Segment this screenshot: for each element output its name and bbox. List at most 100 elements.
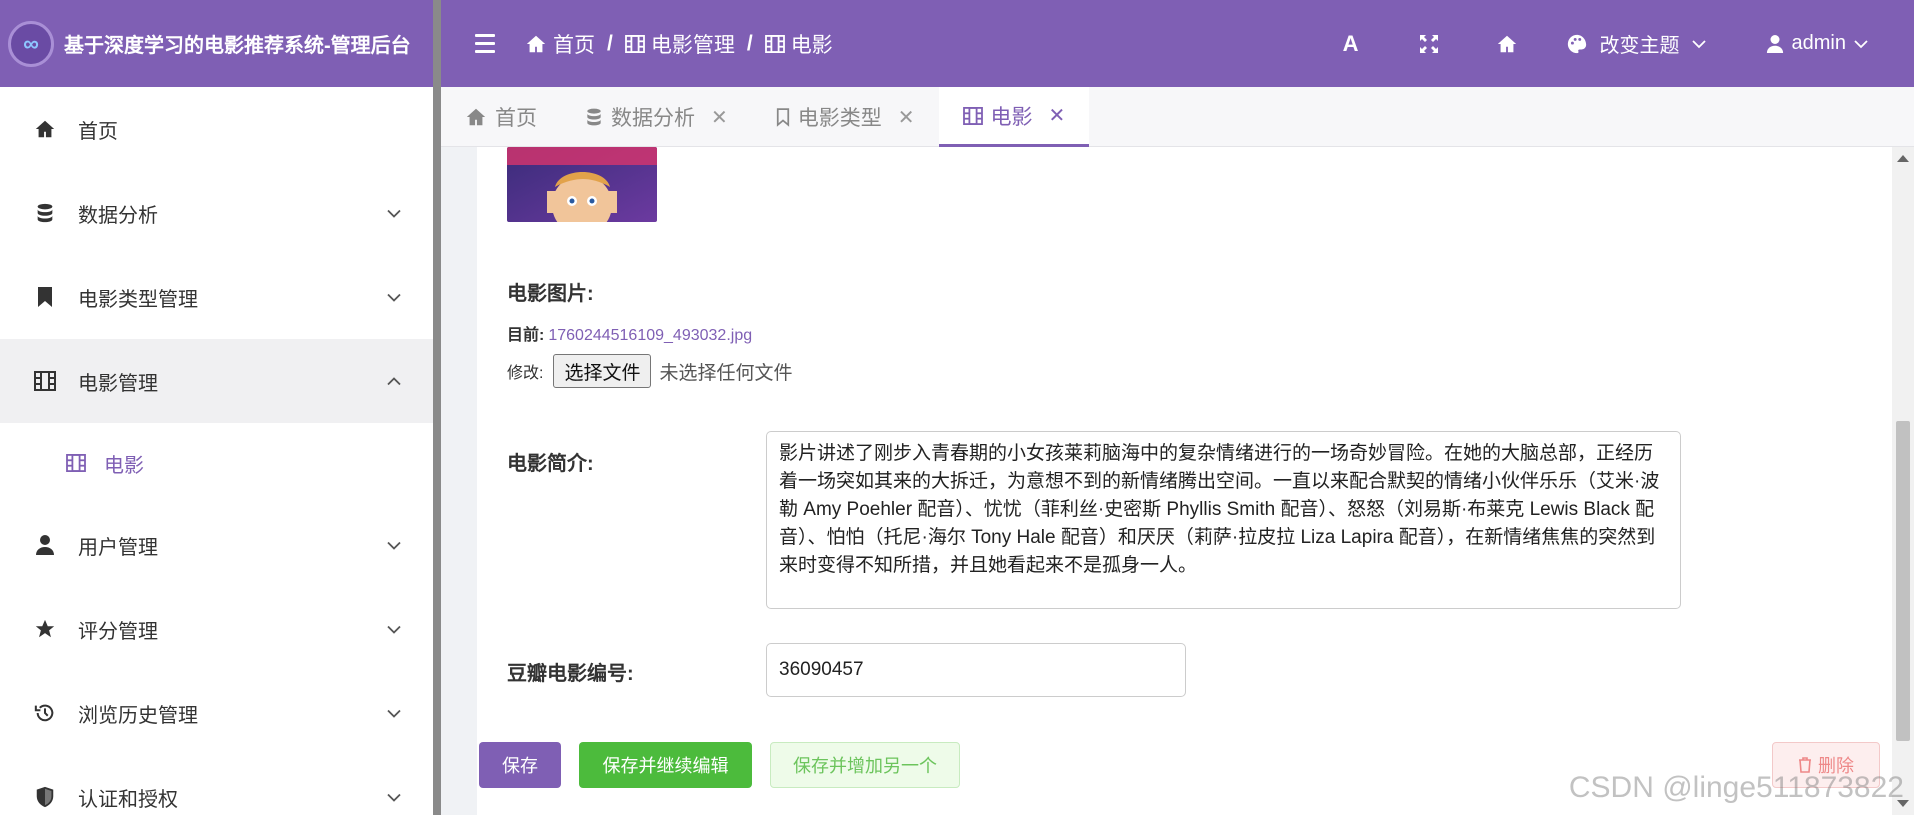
sidebar-subitem-movie[interactable]: 电影 bbox=[0, 423, 433, 503]
current-file-link[interactable]: 1760244516109_493032.jpg bbox=[548, 327, 752, 344]
shield-icon bbox=[32, 784, 58, 810]
image-label: 电影图片: bbox=[507, 283, 594, 305]
chevron-down-icon bbox=[387, 534, 401, 557]
chevron-down-icon bbox=[1854, 39, 1868, 48]
sidebar-item-label: 评分管理 bbox=[78, 620, 158, 643]
scroll-up-icon[interactable] bbox=[1897, 155, 1909, 162]
save-button[interactable]: 保存 bbox=[479, 742, 561, 788]
tab-label: 首页 bbox=[495, 107, 537, 130]
sidebar-item-user-management[interactable]: 用户管理 bbox=[0, 503, 433, 587]
tab-movie[interactable]: 电影 ✕ bbox=[938, 87, 1090, 147]
chevron-down-icon bbox=[387, 702, 401, 725]
film-icon bbox=[624, 34, 645, 53]
breadcrumb-movie: 电影 bbox=[764, 29, 833, 59]
breadcrumb-label: 首页 bbox=[553, 33, 595, 57]
edit-form: 电影图片: 目前: 1760244516109_493032.jpg 修改: 选择… bbox=[477, 147, 1897, 815]
intro-label: 电影简介: bbox=[507, 453, 594, 475]
vertical-scrollbar[interactable] bbox=[1892, 147, 1914, 815]
font-size-icon[interactable]: A bbox=[1312, 31, 1390, 57]
history-icon bbox=[32, 700, 58, 726]
breadcrumb-label: 电影 bbox=[790, 33, 833, 57]
no-file-text: 未选择任何文件 bbox=[659, 362, 793, 384]
tab-home[interactable]: 首页 bbox=[441, 87, 561, 147]
fullscreen-icon[interactable] bbox=[1390, 34, 1468, 54]
home-icon bbox=[32, 116, 58, 142]
sidebar: ∞ 基于深度学习的电影推荐系统-管理后台 首页 数据分析 电影类型管理 电影管理… bbox=[0, 0, 441, 815]
current-prefix: 目前: bbox=[507, 327, 545, 344]
sidebar-item-movie-management[interactable]: 电影管理 bbox=[0, 339, 433, 423]
chevron-down-icon bbox=[387, 786, 401, 809]
sidebar-item-data-analysis[interactable]: 数据分析 bbox=[0, 171, 433, 255]
theme-label: 改变主题 bbox=[1599, 35, 1680, 57]
tab-data-analysis[interactable]: 数据分析 ✕ bbox=[561, 87, 752, 147]
breadcrumb: 首页 / 电影管理 / 电影 bbox=[525, 29, 833, 59]
username: admin bbox=[1791, 32, 1846, 54]
sidebar-menu: 首页 数据分析 电影类型管理 电影管理 电影 用户管理 评分管理 浏览历史管理 … bbox=[0, 87, 433, 815]
sidebar-item-label: 认证和授权 bbox=[78, 788, 178, 811]
current-file-line: 目前: 1760244516109_493032.jpg bbox=[507, 321, 752, 345]
breadcrumb-separator: / bbox=[607, 31, 613, 55]
film-icon bbox=[962, 106, 983, 125]
user-icon bbox=[32, 532, 58, 558]
save-continue-button[interactable]: 保存并继续编辑 bbox=[579, 742, 752, 788]
douban-id-input[interactable]: 36090457 bbox=[766, 643, 1186, 697]
top-bar: 首页 / 电影管理 / 电影 A 改变主题 admin bbox=[441, 0, 1914, 87]
breadcrumb-home[interactable]: 首页 bbox=[525, 29, 595, 59]
user-icon bbox=[1766, 34, 1783, 53]
bookmark-icon bbox=[32, 284, 58, 310]
tab-movie-type[interactable]: 电影类型 ✕ bbox=[752, 87, 939, 147]
breadcrumb-movie-management[interactable]: 电影管理 bbox=[624, 29, 735, 59]
home-icon bbox=[466, 108, 486, 126]
close-icon[interactable]: ✕ bbox=[1049, 103, 1066, 128]
breadcrumb-label: 电影管理 bbox=[650, 33, 735, 57]
sidebar-subitem-label: 电影 bbox=[104, 454, 144, 477]
film-icon bbox=[32, 368, 58, 394]
chevron-down-icon bbox=[1691, 39, 1706, 48]
sidebar-item-home[interactable]: 首页 bbox=[0, 87, 433, 171]
bookmark-icon bbox=[776, 108, 789, 127]
tab-label: 电影类型 bbox=[797, 107, 882, 130]
close-icon[interactable]: ✕ bbox=[898, 105, 915, 130]
menu-toggle-icon[interactable] bbox=[475, 34, 511, 53]
modify-file-line: 修改: 选择文件 未选择任何文件 bbox=[507, 354, 792, 388]
sidebar-item-label: 电影类型管理 bbox=[78, 288, 198, 311]
watermark: CSDN @linge511873822 bbox=[1568, 771, 1904, 804]
film-icon bbox=[764, 34, 785, 53]
sidebar-item-label: 电影管理 bbox=[78, 372, 158, 395]
database-icon bbox=[32, 200, 58, 226]
film-icon bbox=[64, 451, 88, 475]
save-add-another-button[interactable]: 保存并增加另一个 bbox=[770, 742, 960, 788]
close-icon[interactable]: ✕ bbox=[711, 105, 728, 130]
chevron-down-icon bbox=[387, 202, 401, 225]
star-icon bbox=[32, 616, 58, 642]
sidebar-item-auth[interactable]: 认证和授权 bbox=[0, 755, 433, 815]
home-icon bbox=[526, 35, 546, 52]
sidebar-item-label: 数据分析 bbox=[78, 204, 158, 227]
theme-switcher[interactable]: 改变主题 bbox=[1566, 29, 1706, 58]
tab-label: 数据分析 bbox=[611, 107, 695, 130]
logo-icon: ∞ bbox=[8, 20, 54, 67]
database-icon bbox=[587, 108, 601, 126]
app-title: 基于深度学习的电影推荐系统-管理后台 bbox=[64, 35, 411, 57]
sidebar-item-label: 用户管理 bbox=[78, 536, 158, 559]
main-content: 电影图片: 目前: 1760244516109_493032.jpg 修改: 选择… bbox=[441, 147, 1897, 815]
top-right-actions: A 改变主题 admin bbox=[1312, 0, 1914, 87]
modify-prefix: 修改: bbox=[507, 365, 544, 382]
sidebar-item-label: 浏览历史管理 bbox=[78, 704, 198, 727]
chevron-down-icon bbox=[387, 618, 401, 641]
scroll-thumb[interactable] bbox=[1896, 421, 1910, 741]
palette-icon bbox=[1567, 34, 1586, 53]
breadcrumb-separator: / bbox=[746, 31, 753, 55]
sidebar-item-rating-management[interactable]: 评分管理 bbox=[0, 587, 433, 671]
choose-file-button[interactable]: 选择文件 bbox=[553, 354, 652, 388]
tab-label: 电影 bbox=[990, 105, 1033, 129]
brand: ∞ 基于深度学习的电影推荐系统-管理后台 bbox=[0, 0, 433, 87]
chevron-up-icon bbox=[387, 370, 401, 393]
home-icon[interactable] bbox=[1468, 33, 1546, 55]
user-menu[interactable]: admin bbox=[1766, 32, 1868, 55]
sidebar-item-movie-type[interactable]: 电影类型管理 bbox=[0, 255, 433, 339]
sidebar-item-history-management[interactable]: 浏览历史管理 bbox=[0, 671, 433, 755]
tab-bar: 首页 数据分析 ✕ 电影类型 ✕ 电影 ✕ bbox=[441, 87, 1914, 147]
intro-textarea[interactable]: 影片讲述了刚步入青春期的小女孩莱莉脑海中的复杂情绪进行的一场奇妙冒险。在她的大脑… bbox=[766, 431, 1681, 609]
movie-poster-thumbnail bbox=[507, 147, 657, 222]
